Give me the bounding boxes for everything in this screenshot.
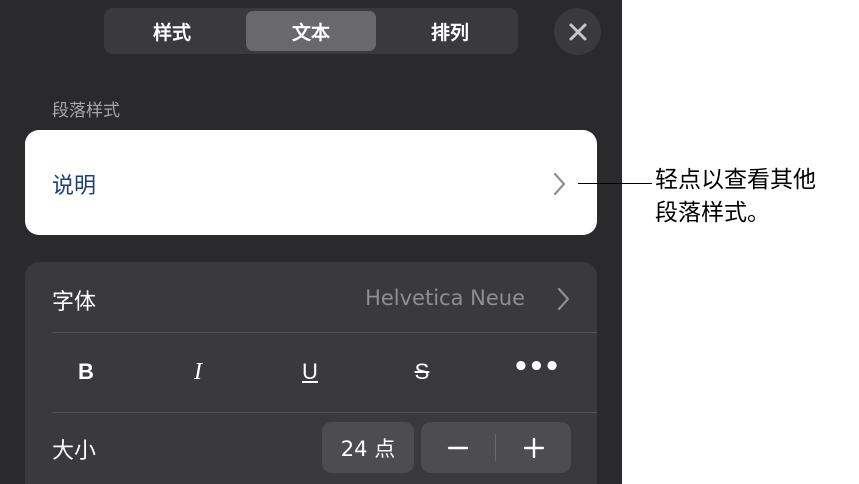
callout-line-1: 轻点以查看其他 [655,167,816,193]
tab-arrange[interactable]: 排列 [385,11,515,51]
stepper-divider [495,434,496,461]
paragraph-style-heading: 段落样式 [52,101,120,121]
font-label: 字体 [52,290,97,315]
format-tabs: 样式 文本 排列 [104,8,518,54]
paragraph-style-selector[interactable]: 说明 [25,130,597,235]
underline-button[interactable]: U [285,357,335,387]
minus-icon [447,446,469,449]
tab-text[interactable]: 文本 [246,11,376,51]
divider [52,332,597,333]
close-icon [569,23,586,40]
size-label: 大小 [52,439,97,464]
plus-icon [523,437,545,458]
font-settings-card: 字体 Helvetica Neue B I U S ••• 大小 24 点 [25,262,597,484]
increase-size-button[interactable] [497,422,571,473]
strikethrough-button[interactable]: S [397,357,447,387]
callout-text: 轻点以查看其他 段落样式。 [655,164,855,230]
callout-leader-line [578,183,652,184]
paragraph-style-name: 说明 [52,174,97,199]
italic-button[interactable]: I [173,357,223,387]
bold-button[interactable]: B [61,357,111,387]
font-size-value[interactable]: 24 点 [322,422,414,473]
font-value: Helvetica Neue [365,286,525,310]
tab-style[interactable]: 样式 [107,11,237,51]
callout-line-2: 段落样式。 [655,200,770,226]
format-panel: 样式 文本 排列 段落样式 说明 字体 Helvetica Neue B I U… [0,0,622,484]
close-button[interactable] [554,8,601,55]
more-options-button[interactable]: ••• [511,352,561,382]
chevron-right-icon [553,172,566,196]
decrease-size-button[interactable] [421,422,495,473]
font-size-stepper [421,422,571,473]
chevron-right-icon [557,287,570,311]
divider [52,412,597,413]
